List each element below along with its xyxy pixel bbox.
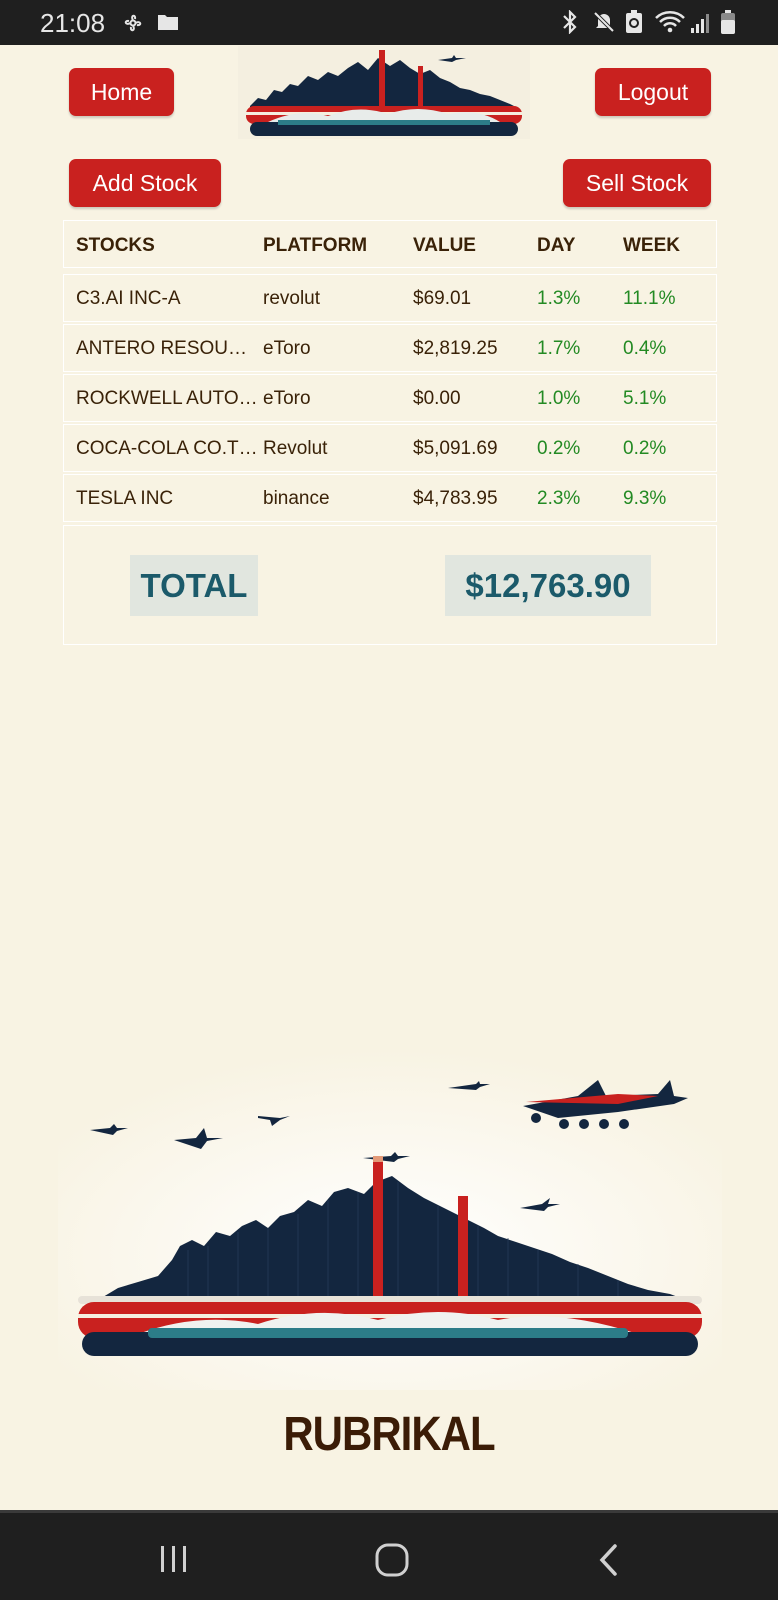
table-row[interactable]: TESLA INC binance $4,783.95 2.3% 9.3% — [63, 474, 717, 522]
total-box: TOTAL $12,763.90 — [63, 525, 717, 645]
table-row[interactable]: C3.AI INC-A revolut $69.01 1.3% 11.1% — [63, 274, 717, 322]
table-row[interactable]: COCA-COLA CO.THE Revolut $5,091.69 0.2% … — [63, 424, 717, 472]
cell-day: 0.2% — [537, 438, 581, 459]
bluetooth-icon — [563, 10, 577, 34]
cell-day: 2.3% — [537, 488, 581, 509]
header-value: VALUE — [413, 235, 476, 256]
mute-icon — [593, 11, 615, 33]
add-stock-button[interactable]: Add Stock — [69, 159, 221, 207]
cell-value: $69.01 — [413, 288, 472, 309]
cell-value: $5,091.69 — [413, 438, 498, 459]
cell-platform: eToro — [263, 388, 311, 409]
cell-week: 11.1% — [623, 288, 676, 309]
folder-icon — [158, 15, 178, 30]
cell-week: 9.3% — [623, 488, 667, 509]
cell-stock: C3.AI INC-A — [76, 288, 181, 309]
home-circle-icon[interactable] — [374, 1543, 410, 1577]
cell-platform: binance — [263, 488, 330, 509]
status-bar: 21:08 — [0, 0, 778, 45]
cell-stock: ANTERO RESOURCES — [76, 338, 260, 359]
cell-platform: revolut — [263, 288, 321, 309]
cell-day: 1.7% — [537, 338, 581, 359]
header-logo[interactable] — [238, 46, 530, 139]
table-header: STOCKS PLATFORM VALUE DAY WEEK — [63, 220, 717, 268]
cell-day: 1.3% — [537, 288, 581, 309]
total-value: $12,763.90 — [445, 555, 651, 616]
back-icon[interactable] — [596, 1543, 620, 1577]
signal-icon — [691, 14, 709, 33]
table-row[interactable]: ROCKWELL AUTOMATION eToro $0.00 1.0% 5.1… — [63, 374, 717, 422]
cell-stock: COCA-COLA CO.THE — [76, 438, 260, 459]
cell-value: $2,819.25 — [413, 338, 498, 359]
header-day: DAY — [537, 235, 576, 256]
cell-value: $0.00 — [413, 388, 461, 409]
home-button[interactable]: Home — [69, 68, 174, 116]
sell-stock-button[interactable]: Sell Stock — [563, 159, 711, 207]
cell-platform: eToro — [263, 338, 311, 359]
cell-value: $4,783.95 — [413, 488, 498, 509]
cell-stock: ROCKWELL AUTOMATION — [76, 388, 260, 409]
total-label: TOTAL — [130, 555, 258, 616]
recents-icon[interactable] — [158, 1543, 190, 1575]
status-time: 21:08 — [40, 8, 106, 38]
brand-name: RUBRIKAL — [283, 1406, 495, 1461]
header-platform: PLATFORM — [263, 235, 368, 256]
brand-logo-illustration — [58, 1050, 722, 1390]
cell-platform: Revolut — [263, 438, 328, 459]
logout-button[interactable]: Logout — [595, 68, 711, 116]
header-week: WEEK — [623, 235, 680, 256]
battery-saver-icon — [626, 10, 642, 33]
cell-day: 1.0% — [537, 388, 581, 409]
cell-week: 0.4% — [623, 338, 667, 359]
navigation-bar — [0, 1510, 778, 1600]
cell-week: 5.1% — [623, 388, 667, 409]
battery-icon — [721, 10, 735, 34]
cell-stock: TESLA INC — [76, 488, 174, 509]
table-row[interactable]: ANTERO RESOURCES eToro $2,819.25 1.7% 0.… — [63, 324, 717, 372]
header-stocks: STOCKS — [76, 235, 155, 256]
cell-week: 0.2% — [623, 438, 667, 459]
fan-icon — [124, 14, 142, 32]
wifi-icon — [655, 11, 685, 33]
